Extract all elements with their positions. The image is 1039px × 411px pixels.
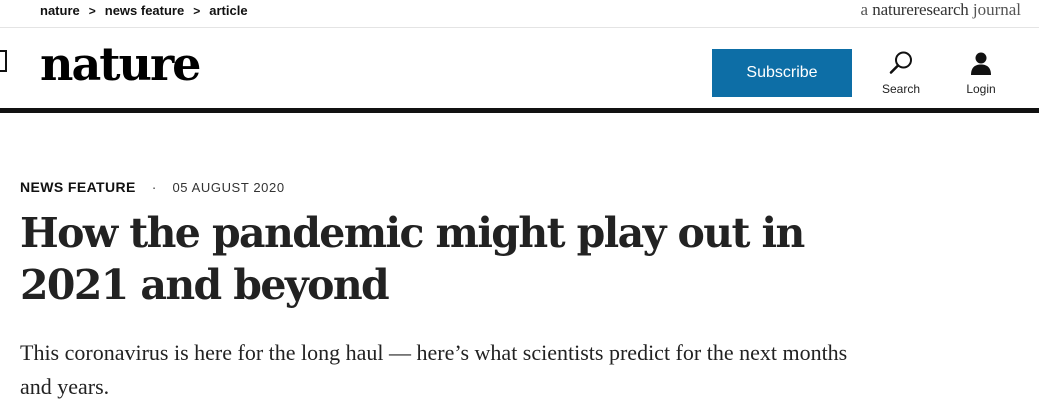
breadcrumb-item-news-feature[interactable]: news feature (105, 3, 184, 18)
article-title: How the pandemic might play out in 2021 … (20, 209, 805, 309)
tagline-brand: natureresearch (872, 0, 969, 19)
nature-logo[interactable]: nature (40, 32, 201, 96)
meta-separator: · (151, 179, 157, 195)
tagline-suffix: journal (968, 0, 1021, 19)
breadcrumb: nature > news feature > article (40, 3, 248, 18)
publish-date: 05 AUGUST 2020 (172, 179, 285, 195)
menu-edge-icon[interactable] (0, 50, 7, 72)
breadcrumb-separator-icon: > (88, 3, 96, 18)
search-icon (889, 51, 912, 74)
article-standfirst: This coronavirus is here for the long ha… (20, 340, 848, 399)
tagline-prefix: a (860, 0, 873, 19)
breadcrumb-separator-icon: > (193, 3, 201, 18)
header-divider (0, 108, 1039, 113)
user-icon (971, 52, 991, 75)
login-button[interactable]: Login (951, 50, 1011, 102)
breadcrumb-item-article: article (209, 3, 248, 18)
article-meta: NEWS FEATURE · 05 AUGUST 2020 (20, 179, 285, 195)
site-header: nature Subscribe Search Login (0, 28, 1039, 108)
article-type[interactable]: NEWS FEATURE (20, 179, 136, 195)
top-bar: nature > news feature > article a nature… (0, 0, 1039, 28)
subscribe-button[interactable]: Subscribe (712, 49, 852, 97)
breadcrumb-item-nature[interactable]: nature (40, 3, 80, 18)
login-label: Login (966, 82, 996, 96)
search-button[interactable]: Search (871, 50, 931, 102)
publisher-tagline[interactable]: a natureresearch journal (861, 0, 1022, 20)
search-label: Search (881, 82, 921, 96)
